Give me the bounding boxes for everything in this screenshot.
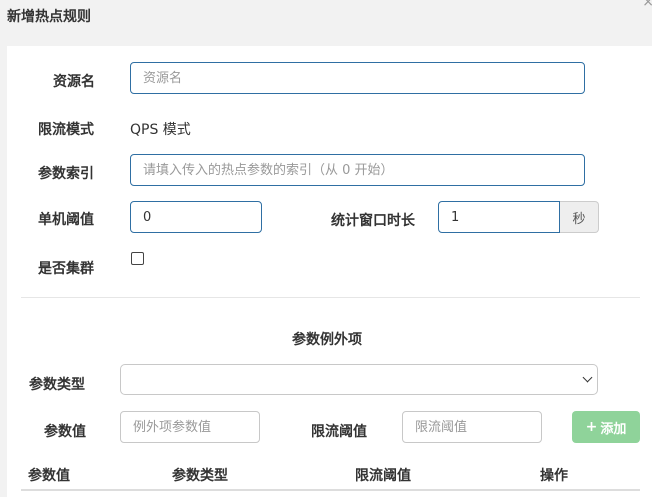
cluster-label: 是否集群 bbox=[38, 261, 94, 277]
exceptions-title: 参数例外项 bbox=[292, 332, 362, 348]
resource-label: 资源名 bbox=[53, 74, 95, 90]
chevron-down-icon bbox=[582, 372, 593, 383]
window-input[interactable] bbox=[438, 201, 560, 233]
param-value-label: 参数值 bbox=[44, 424, 86, 440]
cluster-checkbox[interactable] bbox=[131, 252, 144, 265]
window-unit: 秒 bbox=[560, 201, 599, 233]
column-header-limit: 限流阈值 bbox=[355, 468, 411, 484]
hotspot-rule-dialog: 新增热点规则 × 资源名 限流模式 QPS 模式 参数索引 单机阈值 统计窗口时… bbox=[0, 0, 652, 497]
column-header-param-type: 参数类型 bbox=[172, 468, 228, 484]
grade-label: 限流模式 bbox=[38, 122, 94, 138]
threshold-input[interactable] bbox=[130, 201, 262, 233]
param-type-select[interactable] bbox=[120, 364, 598, 395]
dialog-title: 新增热点规则 bbox=[7, 9, 91, 25]
plus-icon: + bbox=[585, 419, 598, 435]
section-divider bbox=[21, 297, 640, 298]
column-header-actions: 操作 bbox=[540, 468, 568, 484]
limit-input[interactable] bbox=[402, 411, 542, 443]
add-button[interactable]: + 添加 bbox=[572, 411, 640, 443]
grade-value: QPS 模式 bbox=[130, 122, 191, 138]
close-icon[interactable]: × bbox=[642, 0, 652, 10]
resource-input[interactable] bbox=[130, 62, 585, 94]
param-value-input[interactable] bbox=[120, 411, 260, 443]
param-type-label: 参数类型 bbox=[29, 377, 85, 393]
window-label: 统计窗口时长 bbox=[331, 213, 415, 229]
threshold-label: 单机阈值 bbox=[38, 212, 94, 228]
column-header-param-value: 参数值 bbox=[28, 468, 70, 484]
limit-label: 限流阈值 bbox=[311, 424, 367, 440]
param-index-label: 参数索引 bbox=[38, 166, 94, 182]
dialog-body: 资源名 限流模式 QPS 模式 参数索引 单机阈值 统计窗口时长 秒 是否集群 … bbox=[7, 46, 652, 497]
param-index-input[interactable] bbox=[130, 154, 585, 186]
add-label: 添加 bbox=[600, 421, 627, 437]
table-header-border bbox=[21, 489, 640, 491]
